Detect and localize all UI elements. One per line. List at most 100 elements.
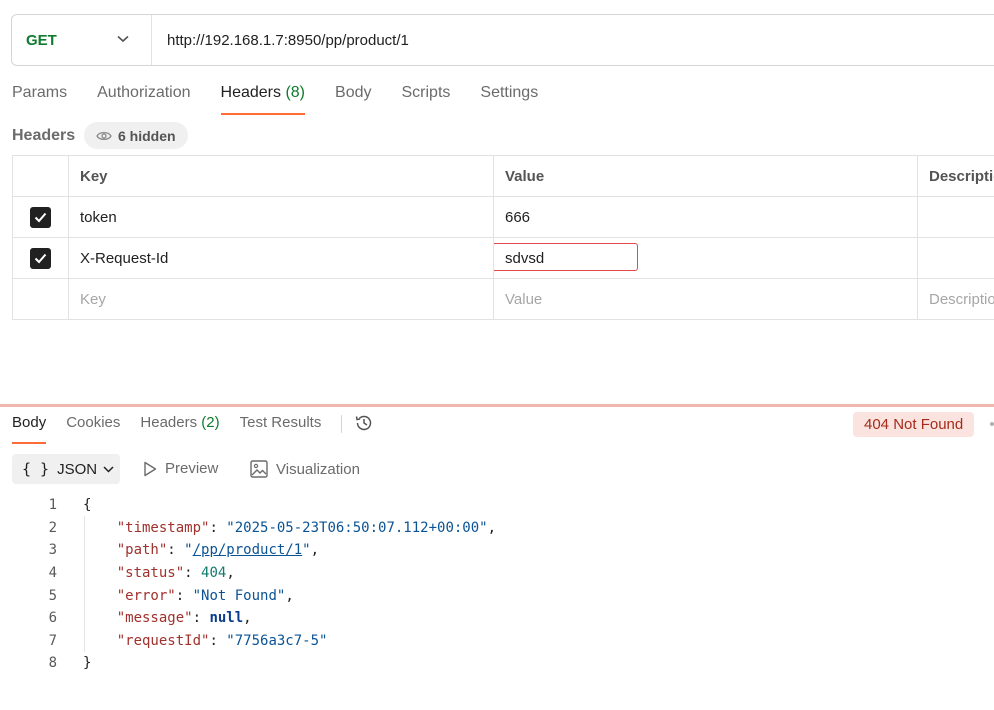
headers-table: Key Value Description token 666 X-Reques…: [12, 155, 994, 320]
line-number: 3: [48, 542, 57, 559]
json-quote: ": [302, 542, 311, 559]
chevron-down-icon: [117, 35, 129, 43]
json-key: "status": [116, 565, 185, 582]
column-header-value: Value: [494, 156, 918, 196]
json-key: "timestamp": [116, 519, 210, 536]
line-number: 5: [48, 587, 57, 604]
braces-icon: { }: [22, 460, 50, 478]
row-checkbox[interactable]: [30, 247, 51, 269]
code-line: 8 }: [0, 652, 496, 675]
tab-response-headers-count: (2): [201, 414, 220, 431]
header-value-text: sdvsd: [505, 249, 545, 267]
new-description-input[interactable]: Description: [918, 279, 994, 319]
code-line: 1 {: [0, 494, 496, 517]
json-value: 404: [201, 565, 227, 582]
tab-body[interactable]: Body: [335, 84, 371, 115]
preview-button[interactable]: Preview: [143, 460, 218, 477]
response-tabs: Body Cookies Headers (2) Test Results: [12, 414, 374, 444]
line-number: 6: [48, 610, 57, 627]
tab-scripts[interactable]: Scripts: [401, 84, 450, 115]
code-content: "message": null,: [116, 610, 252, 627]
line-number: 7: [48, 632, 57, 649]
line-number: 1: [48, 497, 57, 514]
pane-resize-handle[interactable]: [0, 404, 994, 407]
request-tabs: Params Authorization Headers (8) Body Sc…: [12, 84, 568, 116]
url-bar: GET http://192.168.1.7:8950/pp/product/1: [11, 14, 994, 66]
tab-headers-count: (8): [285, 84, 306, 101]
code-line: 5 "error": "Not Found",: [0, 584, 496, 607]
code-content: "error": "Not Found",: [116, 587, 294, 604]
json-value: "2025-05-23T06:50:07.112+00:00": [226, 519, 488, 536]
table-header-row: Key Value Description: [13, 156, 994, 197]
row-checkbox-cell: [13, 238, 69, 278]
header-key-cell[interactable]: X-Request-Id: [69, 238, 494, 278]
tab-response-body[interactable]: Body: [12, 414, 47, 444]
new-value-input[interactable]: Value: [494, 279, 918, 319]
json-key: "error": [116, 587, 176, 604]
tab-settings[interactable]: Settings: [480, 84, 538, 115]
code-open-brace: {: [83, 497, 92, 514]
tab-params[interactable]: Params: [12, 84, 67, 115]
json-value: "Not Found": [192, 587, 286, 604]
method-label: GET: [26, 31, 57, 49]
table-row-new: Key Value Description: [13, 279, 994, 320]
code-content: "requestId": "7756a3c7-5": [116, 632, 328, 649]
preview-label: Preview: [165, 460, 219, 477]
response-body-viewer[interactable]: 1 { 2 "timestamp": "2025-05-23T06:50:07.…: [0, 494, 496, 675]
row-checkbox-cell: [13, 197, 69, 237]
format-select[interactable]: { } JSON: [12, 454, 120, 484]
header-key-cell[interactable]: token: [69, 197, 494, 237]
table-row: X-Request-Id sdvsd: [13, 238, 994, 279]
code-line: 4 "status": 404,: [0, 562, 496, 585]
indent-guide: [84, 516, 85, 652]
headers-section-title: Headers: [12, 127, 76, 144]
url-input[interactable]: http://192.168.1.7:8950/pp/product/1: [152, 32, 409, 49]
visualization-button[interactable]: Visualization: [250, 460, 360, 478]
tab-headers-label: Headers: [220, 84, 281, 101]
code-line: 7 "requestId": "7756a3c7-5": [0, 630, 496, 653]
eye-icon: [96, 131, 112, 140]
column-header-key: Key: [69, 156, 494, 196]
json-quote: ": [184, 542, 193, 559]
row-checkbox-cell: [13, 279, 69, 319]
tab-response-cookies[interactable]: Cookies: [66, 414, 120, 444]
tab-test-results[interactable]: Test Results: [240, 414, 322, 444]
code-close-brace: }: [83, 655, 92, 672]
format-select-value: JSON: [57, 460, 98, 478]
new-key-input[interactable]: Key: [69, 279, 494, 319]
code-line: 3 "path": "/pp/product/1",: [0, 539, 496, 562]
hidden-headers-toggle[interactable]: 6 hidden: [84, 122, 188, 149]
row-checkbox[interactable]: [30, 206, 51, 228]
tab-authorization[interactable]: Authorization: [97, 84, 190, 115]
json-key: "message": [116, 610, 193, 627]
header-description-cell[interactable]: [918, 238, 994, 278]
method-select[interactable]: GET: [12, 15, 152, 65]
tab-headers[interactable]: Headers (8): [220, 84, 306, 115]
more-options-icon[interactable]: [990, 422, 994, 426]
visualization-label: Visualization: [276, 460, 360, 478]
json-key: "path": [116, 542, 168, 559]
image-icon: [250, 460, 268, 478]
tab-separator: [341, 415, 343, 433]
play-icon: [144, 461, 157, 476]
column-header-description: Description: [929, 167, 994, 185]
status-badge[interactable]: 404 Not Found: [853, 412, 975, 437]
tab-response-headers[interactable]: Headers (2): [140, 414, 219, 444]
check-icon: [34, 253, 47, 263]
tab-response-headers-label: Headers: [140, 414, 198, 431]
code-content: "path": "/pp/product/1",: [116, 542, 320, 559]
json-value: null: [209, 610, 244, 627]
json-key: "requestId": [116, 632, 210, 649]
header-description-cell[interactable]: [918, 197, 994, 237]
header-value-cell[interactable]: sdvsd: [494, 238, 918, 278]
json-path-link[interactable]: /pp/product/1: [193, 542, 303, 558]
table-row: token 666: [13, 197, 994, 238]
line-number: 4: [48, 565, 57, 582]
code-content: "timestamp": "2025-05-23T06:50:07.112+00…: [116, 519, 497, 536]
code-line: 6 "message": null,: [0, 607, 496, 630]
check-icon: [34, 212, 47, 222]
line-number: 2: [48, 519, 57, 536]
header-value-cell[interactable]: 666: [494, 197, 918, 237]
history-icon[interactable]: [354, 413, 374, 433]
code-line: 2 "timestamp": "2025-05-23T06:50:07.112+…: [0, 517, 496, 540]
